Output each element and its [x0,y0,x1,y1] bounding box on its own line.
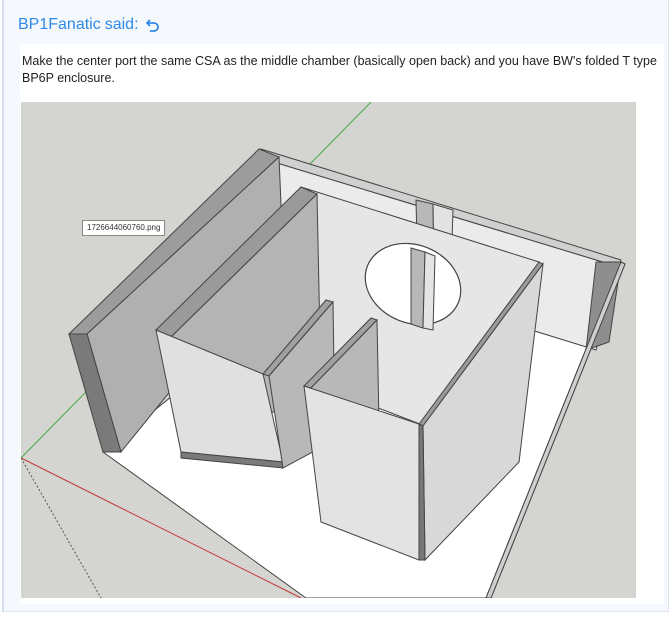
enclosure-3d-model [21,102,626,598]
quote-block: BP1Fanatic said: Make the center port th… [2,0,669,612]
attachment-filename-label: 1726644060760.png [82,220,166,236]
reply-arrow-icon[interactable] [145,17,161,33]
quote-header: BP1Fanatic said: [18,13,161,37]
quote-body: Make the center port the same CSA as the… [20,44,664,604]
quote-text: Make the center port the same CSA as the… [22,54,657,85]
quote-said-label: said: [104,16,139,33]
quote-author-link[interactable]: BP1Fanatic [18,16,101,34]
attachment-image[interactable]: 1726644060760.png [21,102,636,598]
